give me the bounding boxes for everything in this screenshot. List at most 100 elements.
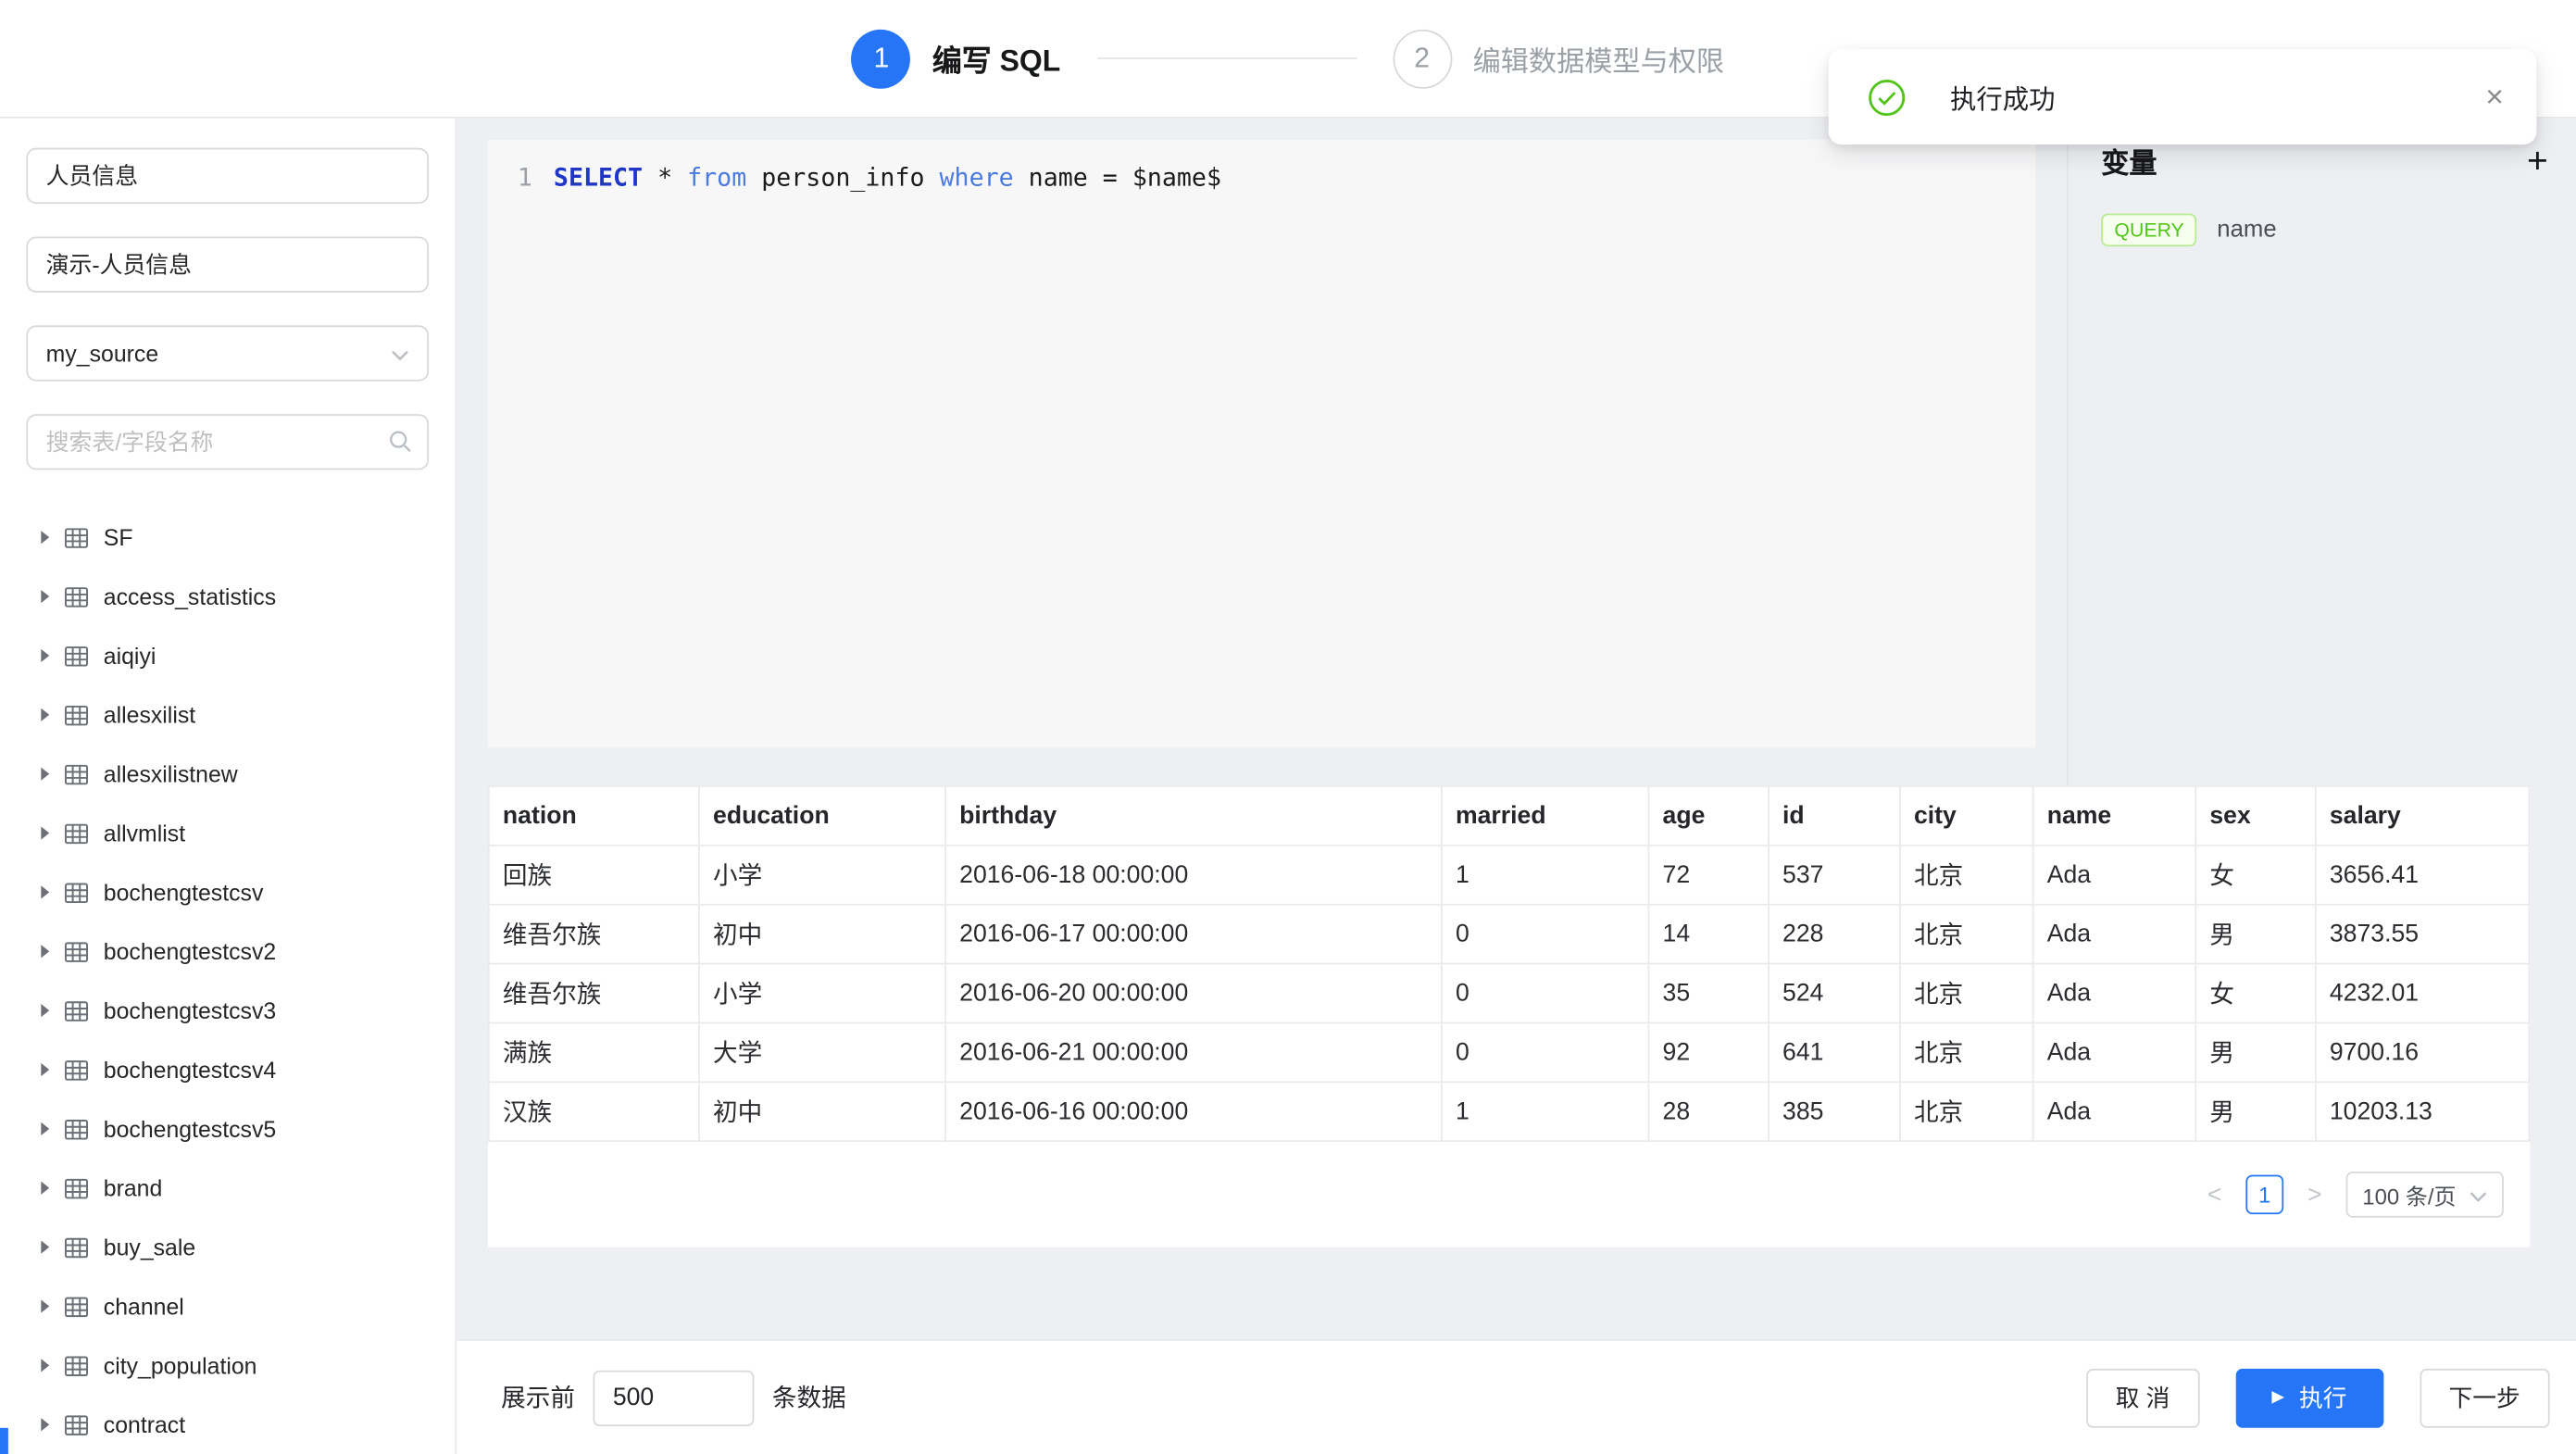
table-tree-item[interactable]: bochengtestcsv3 — [0, 981, 455, 1040]
model-name-input[interactable] — [26, 148, 429, 204]
column-header: nation — [489, 786, 699, 846]
sql-token: SELECT — [554, 163, 643, 193]
caret-right-icon[interactable] — [41, 649, 49, 662]
table-icon — [64, 584, 89, 609]
main-area: 1 SELECT * from person_info where name =… — [456, 119, 2576, 1454]
step-1-write-sql[interactable]: 1 编写 SQL — [852, 29, 1060, 88]
table-tree-item[interactable]: SF — [0, 508, 455, 567]
caret-right-icon[interactable] — [41, 708, 49, 721]
table-tree-item[interactable]: bochengtestcsv — [0, 862, 455, 921]
table-name-label: bochengtestcsv3 — [104, 997, 276, 1023]
table-tree-item[interactable]: bochengtestcsv5 — [0, 1099, 455, 1159]
success-toast: 执行成功 × — [1829, 49, 2537, 144]
caret-right-icon[interactable] — [41, 1122, 49, 1135]
table-tree-item[interactable]: allvmlist — [0, 804, 455, 863]
table-name-label: city_population — [104, 1352, 257, 1378]
table-tree-item[interactable]: brand — [0, 1159, 455, 1218]
toast-close-icon[interactable]: × — [2485, 81, 2504, 113]
caret-right-icon[interactable] — [41, 1241, 49, 1254]
execute-button[interactable]: ▶ 执行 — [2235, 1368, 2382, 1427]
table-cell: 35 — [1648, 964, 1769, 1023]
table-tree-item[interactable]: channel — [0, 1277, 455, 1336]
left-sidebar: my_source SFaccess_statisticsaiqiyialles… — [0, 119, 456, 1454]
add-variable-button[interactable]: + — [2527, 142, 2548, 178]
datasource-select[interactable]: my_source — [26, 325, 429, 381]
step-2-number: 2 — [1393, 29, 1452, 88]
table-cell: 北京 — [1900, 1082, 2033, 1141]
cancel-button[interactable]: 取 消 — [2086, 1368, 2199, 1427]
model-title-input[interactable] — [26, 236, 429, 292]
sql-token: person_info — [746, 163, 939, 193]
table-row: 汉族初中2016-06-16 00:00:00128385北京Ada男10203… — [489, 1082, 2530, 1141]
table-cell: 初中 — [699, 1082, 945, 1141]
table-row: 回族小学2016-06-18 00:00:00172537北京Ada女3656.… — [489, 846, 2530, 905]
table-cell: 北京 — [1900, 846, 2033, 905]
table-icon — [64, 1412, 89, 1437]
table-cell: Ada — [2033, 1022, 2196, 1082]
table-cell: 10203.13 — [2316, 1082, 2530, 1141]
table-cell: 男 — [2195, 1082, 2316, 1141]
table-icon — [64, 821, 89, 846]
table-cell: 524 — [1769, 964, 1900, 1023]
table-tree-item[interactable]: city_population — [0, 1335, 455, 1395]
table-tree: SFaccess_statisticsaiqiyiallesxilistalle… — [0, 503, 455, 1454]
footer-bar: 展示前 条数据 取 消 ▶ 执行 下一步 — [456, 1339, 2576, 1454]
table-cell: 2016-06-21 00:00:00 — [945, 1022, 1442, 1082]
scrollbar-thumb[interactable] — [0, 1428, 8, 1454]
execute-button-label: 执行 — [2299, 1380, 2346, 1414]
caret-right-icon[interactable] — [41, 1063, 49, 1076]
column-header: education — [699, 786, 945, 846]
table-tree-item[interactable]: allesxilistnew — [0, 745, 455, 804]
table-tree-item[interactable]: bochengtestcsv4 — [0, 1040, 455, 1099]
next-step-button[interactable]: 下一步 — [2420, 1368, 2550, 1427]
table-cell: Ada — [2033, 964, 2196, 1023]
caret-right-icon[interactable] — [41, 1004, 49, 1017]
caret-right-icon[interactable] — [41, 1299, 49, 1312]
column-header: id — [1769, 786, 1900, 846]
row-limit-group: 展示前 条数据 — [501, 1370, 846, 1425]
table-tree-item[interactable]: aiqiyi — [0, 626, 455, 685]
variable-type-badge: QUERY — [2101, 214, 2197, 246]
caret-right-icon[interactable] — [41, 531, 49, 544]
table-name-label: buy_sale — [104, 1234, 195, 1260]
previous-page-button[interactable]: < — [2200, 1181, 2230, 1209]
table-cell: 0 — [1442, 964, 1649, 1023]
play-icon: ▶ — [2271, 1389, 2284, 1406]
table-tree-item[interactable]: bochengtestcsv2 — [0, 921, 455, 981]
table-cell: 满族 — [489, 1022, 699, 1082]
sql-token: name = $name$ — [1014, 163, 1221, 193]
table-tree-item[interactable]: contract — [0, 1395, 455, 1454]
sql-editor[interactable]: 1 SELECT * from person_info where name =… — [488, 140, 2035, 747]
table-icon — [64, 1353, 89, 1378]
table-cell: 72 — [1648, 846, 1769, 905]
column-header: sex — [2195, 786, 2316, 846]
caret-right-icon[interactable] — [41, 590, 49, 603]
table-tree-item[interactable]: access_statistics — [0, 567, 455, 626]
table-tree-item[interactable]: buy_sale — [0, 1218, 455, 1277]
table-tree-item[interactable]: allesxilist — [0, 685, 455, 745]
table-cell: 男 — [2195, 905, 2316, 964]
step-2-edit-model[interactable]: 2 编辑数据模型与权限 — [1393, 29, 1724, 88]
table-cell: 228 — [1769, 905, 1900, 964]
step-1-number: 1 — [852, 29, 911, 88]
caret-right-icon[interactable] — [41, 1182, 49, 1195]
table-cell: 385 — [1769, 1082, 1900, 1141]
row-limit-input[interactable] — [594, 1370, 755, 1425]
table-cell: 北京 — [1900, 1022, 2033, 1082]
table-search-input[interactable] — [26, 414, 429, 470]
caret-right-icon[interactable] — [41, 826, 49, 839]
sql-token: where — [940, 163, 1014, 193]
column-header: city — [1900, 786, 2033, 846]
page-number-button[interactable]: 1 — [2245, 1175, 2283, 1215]
page-size-select[interactable]: 100 条/页 — [2346, 1172, 2504, 1218]
limit-suffix-label: 条数据 — [772, 1380, 846, 1414]
table-cell: 0 — [1442, 905, 1649, 964]
caret-right-icon[interactable] — [41, 1418, 49, 1431]
caret-right-icon[interactable] — [41, 768, 49, 781]
datasource-select-value: my_source — [46, 340, 158, 366]
next-page-button[interactable]: > — [2300, 1181, 2330, 1209]
column-header: salary — [2316, 786, 2530, 846]
caret-right-icon[interactable] — [41, 1359, 49, 1372]
caret-right-icon[interactable] — [41, 945, 49, 958]
caret-right-icon[interactable] — [41, 885, 49, 898]
